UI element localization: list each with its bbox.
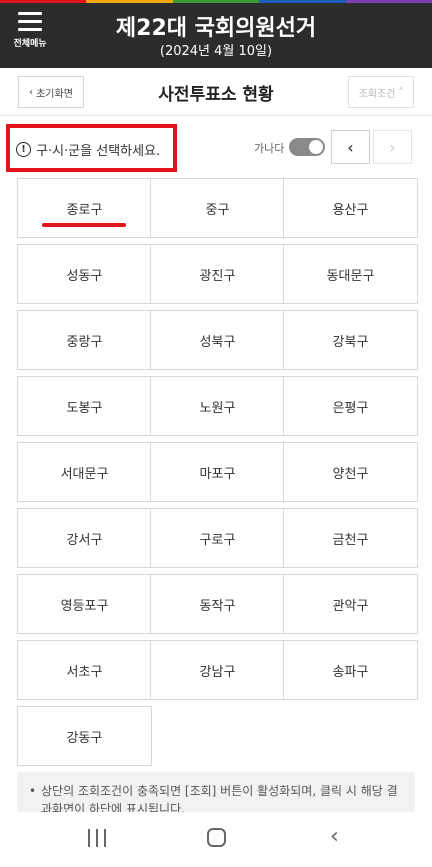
notice-bullet: • <box>29 784 37 798</box>
menu-label: 전체메뉴 <box>13 39 47 49</box>
district-button[interactable]: 중랑구 <box>17 310 152 370</box>
district-button[interactable]: 관악구 <box>283 574 418 634</box>
district-button[interactable]: 서초구 <box>17 640 152 700</box>
district-label: 관악구 <box>332 598 369 614</box>
district-button[interactable]: 강북구 <box>283 310 418 370</box>
district-label: 강남구 <box>199 664 236 680</box>
app-header: 전체메뉴 제22대 국회의원선거 (2024년 4월 10일) <box>0 0 432 68</box>
district-label: 노원구 <box>199 400 236 416</box>
district-button[interactable]: 동대문구 <box>283 244 418 304</box>
election-title: 제22대 국회의원선거 <box>115 16 317 41</box>
district-button[interactable]: 종로구 <box>17 178 152 238</box>
district-button[interactable]: 동작구 <box>150 574 285 634</box>
district-button[interactable]: 도봉구 <box>17 376 152 436</box>
notice-text: 상단의 조회조건이 충족되면 [조회] 버튼이 활성화되며, 클릭 시 해당 결… <box>41 784 398 812</box>
district-label: 강서구 <box>66 532 103 548</box>
chevron-left-icon: ‹ <box>347 137 354 157</box>
district-label: 중구 <box>205 202 230 218</box>
district-label: 광진구 <box>199 268 236 284</box>
district-label: 도봉구 <box>66 400 103 416</box>
home-button[interactable]: ‹ 초기화면 <box>18 76 84 108</box>
district-button[interactable]: 금천구 <box>283 508 418 568</box>
district-button[interactable]: 강동구 <box>17 706 152 766</box>
district-label: 중랑구 <box>66 334 103 350</box>
sort-toggle[interactable] <box>289 138 325 156</box>
district-label: 동작구 <box>199 598 236 614</box>
district-button[interactable]: 서대문구 <box>17 442 152 502</box>
district-button[interactable]: 용산구 <box>283 178 418 238</box>
district-button[interactable]: 영등포구 <box>17 574 152 634</box>
district-button[interactable]: 양천구 <box>283 442 418 502</box>
sort-label: 가나다 <box>254 142 285 155</box>
home-button-label: 초기화면 <box>36 88 73 100</box>
recent-apps-icon[interactable] <box>88 829 106 847</box>
district-label: 구로구 <box>199 532 236 548</box>
district-button[interactable]: 성동구 <box>17 244 152 304</box>
toggle-knob <box>309 140 323 154</box>
district-button[interactable]: 성북구 <box>150 310 285 370</box>
home-icon[interactable] <box>207 828 226 847</box>
district-label: 서초구 <box>66 664 103 680</box>
accent-stripe <box>0 0 432 3</box>
district-button[interactable]: 구로구 <box>150 508 285 568</box>
district-button[interactable]: 중구 <box>150 178 285 238</box>
back-icon[interactable]: ‹ <box>330 824 339 849</box>
page-title: 사전투표소 현황 <box>158 85 274 105</box>
district-label: 마포구 <box>199 466 236 482</box>
district-label: 서대문구 <box>60 466 109 482</box>
next-page-button[interactable]: › <box>373 130 412 164</box>
district-label: 강북구 <box>332 334 369 350</box>
district-label: 은평구 <box>332 400 369 416</box>
district-label: 동대문구 <box>326 268 375 284</box>
system-nav-bar: ‹ <box>0 812 432 867</box>
chevron-right-icon: › <box>389 137 396 157</box>
district-label: 종로구 <box>66 202 103 218</box>
election-date: (2024년 4월 10일) <box>159 44 273 59</box>
prev-page-button[interactable]: ‹ <box>331 130 370 164</box>
district-label: 금천구 <box>332 532 369 548</box>
chevron-left-icon: ‹ <box>29 86 34 98</box>
district-button[interactable]: 노원구 <box>150 376 285 436</box>
district-button[interactable]: 강남구 <box>150 640 285 700</box>
condition-button[interactable]: 조회조건 ˄ <box>348 76 414 108</box>
district-button[interactable]: 은평구 <box>283 376 418 436</box>
district-grid: 종로구 중구 용산구 성동구 광진구 동대문구 중랑구 성북구 강북구 도봉구 … <box>17 178 418 772</box>
district-label: 영등포구 <box>60 598 109 614</box>
alert-icon: ! <box>16 142 31 157</box>
district-label: 성동구 <box>66 268 103 284</box>
district-button[interactable]: 강서구 <box>17 508 152 568</box>
page-heading-bar: ‹ 초기화면 사전투표소 현황 조회조건 ˄ <box>0 68 432 116</box>
hamburger-icon <box>18 12 42 31</box>
selection-underline <box>42 223 126 227</box>
hint-text: 구·시·군을 선택하세요. <box>36 144 161 159</box>
notice-box: • 상단의 조회조건이 충족되면 [조회] 버튼이 활성화되며, 클릭 시 해당… <box>17 772 415 812</box>
menu-button[interactable]: 전체메뉴 <box>10 12 50 56</box>
select-hint: ! 구·시·군을 선택하세요. <box>16 140 160 159</box>
district-button[interactable]: 송파구 <box>283 640 418 700</box>
district-button[interactable]: 광진구 <box>150 244 285 304</box>
district-label: 송파구 <box>332 664 369 680</box>
district-label: 양천구 <box>332 466 369 482</box>
district-label: 강동구 <box>66 730 103 746</box>
condition-button-label: 조회조건 <box>358 88 396 100</box>
district-label: 성북구 <box>199 334 236 350</box>
district-label: 용산구 <box>332 202 369 218</box>
chevron-up-icon: ˄ <box>398 86 404 98</box>
district-button[interactable]: 마포구 <box>150 442 285 502</box>
